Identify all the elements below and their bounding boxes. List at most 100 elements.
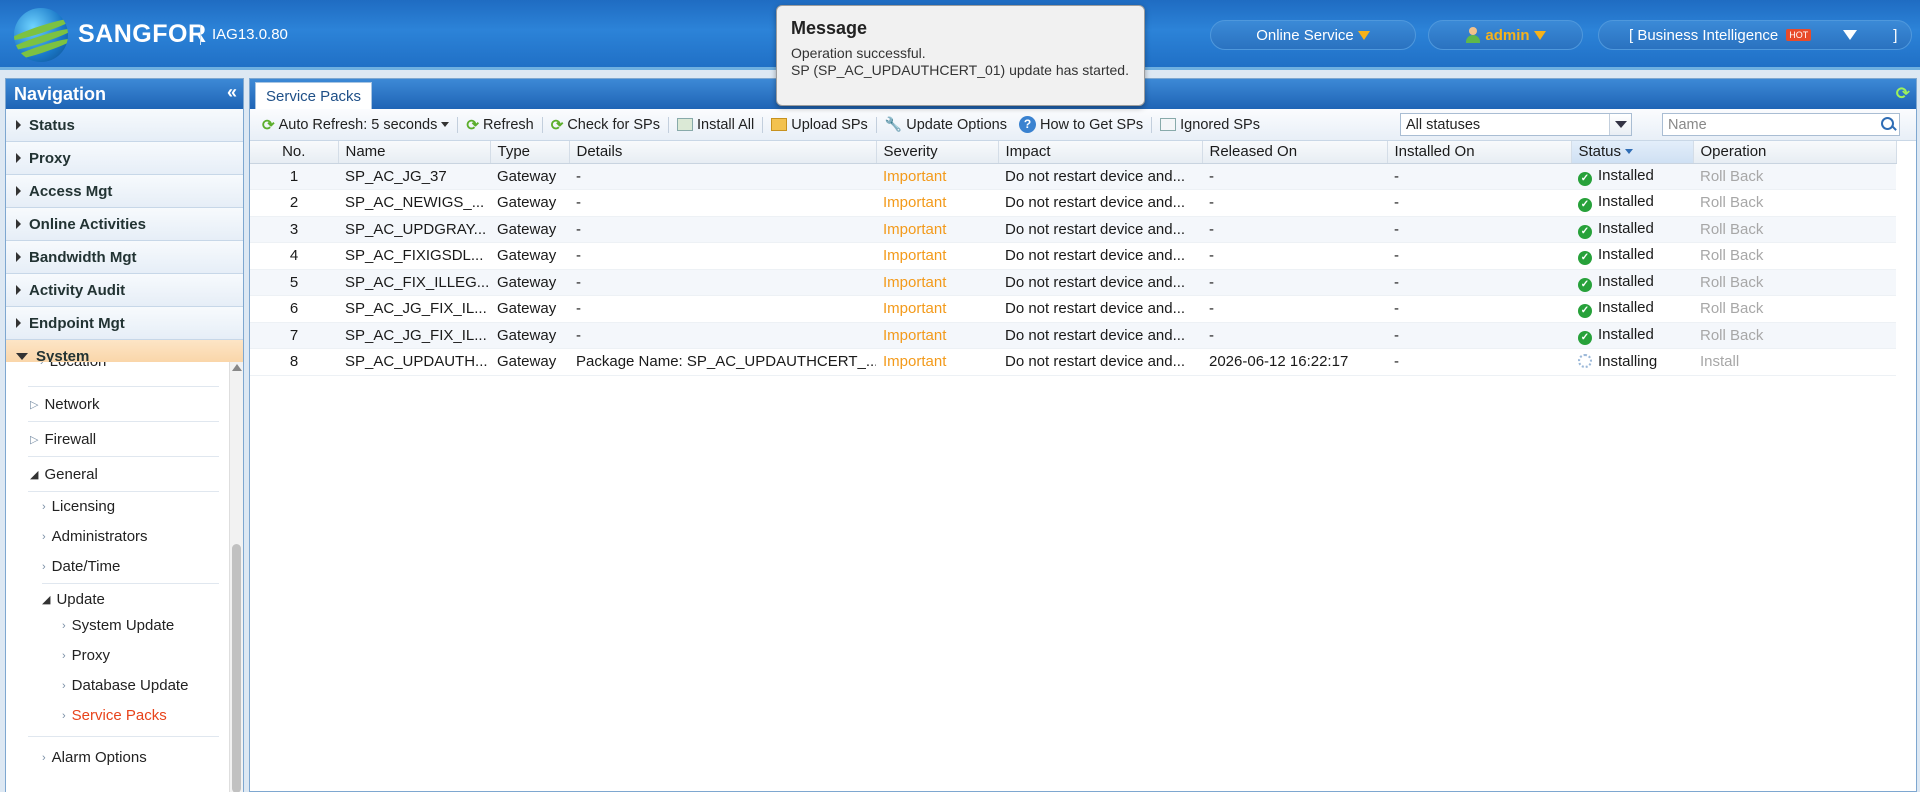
chevron-down-icon[interactable] bbox=[1609, 114, 1631, 135]
chevron-right-icon: › bbox=[62, 709, 66, 722]
ignored-label: Ignored SPs bbox=[1180, 116, 1260, 133]
online-service-button[interactable]: Online Service bbox=[1210, 20, 1416, 50]
navigation-panel: Navigation « Status Proxy Access Mgt Onli… bbox=[5, 78, 244, 792]
help-icon: ? bbox=[1019, 116, 1036, 133]
nav-scrollbar[interactable] bbox=[229, 362, 243, 792]
install-all-button[interactable]: Install All bbox=[671, 113, 760, 137]
column-header[interactable]: No. bbox=[250, 141, 339, 164]
tree-item-system-update[interactable]: › System Update bbox=[62, 617, 174, 634]
table-row[interactable]: 8 SP_AC_UPDAUTH... Gateway Package Name: SP… bbox=[250, 348, 1896, 376]
check-for-sps-button[interactable]: ⟳ Check for SPs bbox=[545, 113, 666, 137]
column-header[interactable]: Operation bbox=[1693, 141, 1897, 164]
nav-bandwidth-mgt[interactable]: Bandwidth Mgt bbox=[6, 241, 243, 274]
tab-service-packs[interactable]: Service Packs bbox=[255, 82, 373, 109]
upload-sps-button[interactable]: Upload SPs bbox=[765, 113, 874, 137]
tree-item-date-time[interactable]: › Date/Time bbox=[42, 558, 120, 575]
cell-operation[interactable]: Roll Back bbox=[1693, 295, 1896, 323]
message-text: Operation successful. SP (SP_AC_UPDAUTHCE… bbox=[791, 45, 1129, 78]
status-filter-select[interactable]: All statuses bbox=[1400, 113, 1632, 136]
how-to-get-sps-button[interactable]: ? How to Get SPs bbox=[1013, 113, 1149, 137]
tree-item-location[interactable]: › Location bbox=[40, 362, 106, 370]
cell-operation[interactable]: Roll Back bbox=[1693, 189, 1896, 217]
scroll-up-icon[interactable] bbox=[232, 364, 242, 371]
cell-operation[interactable]: Roll Back bbox=[1693, 269, 1896, 296]
tree-item-alarm-options[interactable]: › Alarm Options bbox=[42, 749, 147, 766]
caret-right-icon bbox=[16, 120, 21, 130]
tree-item-update[interactable]: ◢ Update bbox=[42, 591, 105, 608]
tree-item-firewall[interactable]: ▷ Firewall bbox=[30, 431, 96, 448]
refresh-button[interactable]: ⟳ Refresh bbox=[460, 113, 539, 137]
column-header[interactable]: Released On bbox=[1202, 141, 1388, 164]
cell-operation[interactable]: Roll Back bbox=[1693, 242, 1896, 270]
ignored-sps-button[interactable]: Ignored SPs bbox=[1154, 113, 1266, 137]
cell-name: SP_AC_FIXIGSDL... bbox=[338, 242, 490, 270]
tree-item-network[interactable]: ▷ Network bbox=[30, 396, 99, 413]
scroll-thumb[interactable] bbox=[232, 544, 241, 792]
tree-item-database-update[interactable]: › Database Update bbox=[62, 677, 188, 694]
cell-impact: Do not restart device and... bbox=[998, 163, 1202, 190]
cell-details: - bbox=[569, 322, 876, 349]
tree-item-licensing[interactable]: › Licensing bbox=[42, 498, 115, 515]
install-icon bbox=[676, 118, 693, 131]
tree-item-general[interactable]: ◢ General bbox=[30, 466, 98, 483]
nav-access-mgt[interactable]: Access Mgt bbox=[6, 175, 243, 208]
caret-down-icon bbox=[16, 352, 28, 360]
cell-installed: - bbox=[1387, 189, 1571, 217]
update-options-button[interactable]: 🔧 Update Options bbox=[879, 113, 1013, 137]
cell-released: 2026-06-12 16:22:17 bbox=[1202, 348, 1387, 376]
cell-installed: - bbox=[1387, 295, 1571, 323]
nav-status[interactable]: Status bbox=[6, 109, 243, 142]
cell-operation[interactable]: Install bbox=[1693, 348, 1896, 376]
table-row[interactable]: 6 SP_AC_JG_FIX_IL... Gateway - Important Do n… bbox=[250, 295, 1896, 323]
cell-operation[interactable]: Roll Back bbox=[1693, 216, 1896, 243]
cell-impact: Do not restart device and... bbox=[998, 269, 1202, 296]
cell-type: Gateway bbox=[490, 295, 569, 323]
admin-menu-button[interactable]: admin bbox=[1428, 20, 1583, 50]
chevron-down-icon bbox=[1533, 30, 1546, 40]
cell-name: SP_AC_JG_37 bbox=[338, 163, 490, 190]
nav-online-activities[interactable]: Online Activities bbox=[6, 208, 243, 241]
table-row[interactable]: 2 SP_AC_NEWIGS_... Gateway - Important Do not… bbox=[250, 189, 1896, 217]
cell-released: - bbox=[1202, 163, 1387, 190]
nav-endpoint-mgt[interactable]: Endpoint Mgt bbox=[6, 307, 243, 340]
column-header[interactable]: Name bbox=[338, 141, 491, 164]
tree-item-proxy[interactable]: › Proxy bbox=[62, 647, 110, 664]
column-header[interactable]: Installed On bbox=[1387, 141, 1572, 164]
message-popup: Message Operation successful. SP (SP_AC_U… bbox=[776, 5, 1145, 106]
tree-item-service-packs[interactable]: › Service Packs bbox=[62, 707, 167, 724]
cell-no: 5 bbox=[250, 269, 338, 296]
caret-right-icon bbox=[16, 219, 21, 229]
column-header[interactable]: Status bbox=[1571, 141, 1694, 164]
cell-operation[interactable]: Roll Back bbox=[1693, 163, 1896, 190]
cell-name: SP_AC_FIX_ILLEG... bbox=[338, 269, 490, 296]
tree-item-administrators[interactable]: › Administrators bbox=[42, 528, 148, 545]
nav-activity-audit[interactable]: Activity Audit bbox=[6, 274, 243, 307]
table-row[interactable]: 7 SP_AC_JG_FIX_IL... Gateway - Important Do n… bbox=[250, 322, 1896, 349]
cell-operation[interactable]: Roll Back bbox=[1693, 322, 1896, 349]
business-intelligence-button[interactable]: [ Business Intelligence HOT] bbox=[1598, 20, 1912, 50]
column-header[interactable]: Impact bbox=[998, 141, 1203, 164]
search-input[interactable] bbox=[1668, 117, 1863, 133]
table-row[interactable]: 4 SP_AC_FIXIGSDL... Gateway - Important Do no… bbox=[250, 242, 1896, 270]
column-header[interactable]: Details bbox=[569, 141, 877, 164]
auto-refresh-dropdown[interactable]: ⟳ Auto Refresh: 5 seconds bbox=[256, 113, 455, 137]
cell-status: ✓ Installed bbox=[1571, 242, 1693, 270]
refresh-icon: ⟳ bbox=[262, 116, 275, 134]
table-row[interactable]: 1 SP_AC_JG_37 Gateway - Important Do not rest… bbox=[250, 163, 1896, 190]
refresh-icon[interactable]: ⟳ bbox=[1896, 84, 1910, 104]
message-title: Message bbox=[791, 18, 868, 38]
nav-proxy[interactable]: Proxy bbox=[6, 142, 243, 175]
column-header[interactable]: Type bbox=[490, 141, 570, 164]
cell-details: - bbox=[569, 295, 876, 323]
collapse-icon[interactable]: « bbox=[227, 82, 237, 103]
expand-icon: ▷ bbox=[30, 434, 39, 446]
check-circle-icon: ✓ bbox=[1578, 198, 1592, 213]
cell-name: SP_AC_JG_FIX_IL... bbox=[338, 295, 490, 323]
table-row[interactable]: 5 SP_AC_FIX_ILLEG... Gateway - Important Do n… bbox=[250, 269, 1896, 296]
column-header[interactable]: Severity bbox=[876, 141, 999, 164]
search-icon[interactable] bbox=[1880, 116, 1897, 133]
table-body: 1 SP_AC_JG_37 Gateway - Important Do not rest… bbox=[250, 163, 1896, 376]
refresh-label: Refresh bbox=[482, 116, 534, 133]
check-circle-icon: ✓ bbox=[1578, 277, 1592, 292]
table-row[interactable]: 3 SP_AC_UPDGRAY... Gateway - Important Do not… bbox=[250, 216, 1896, 243]
